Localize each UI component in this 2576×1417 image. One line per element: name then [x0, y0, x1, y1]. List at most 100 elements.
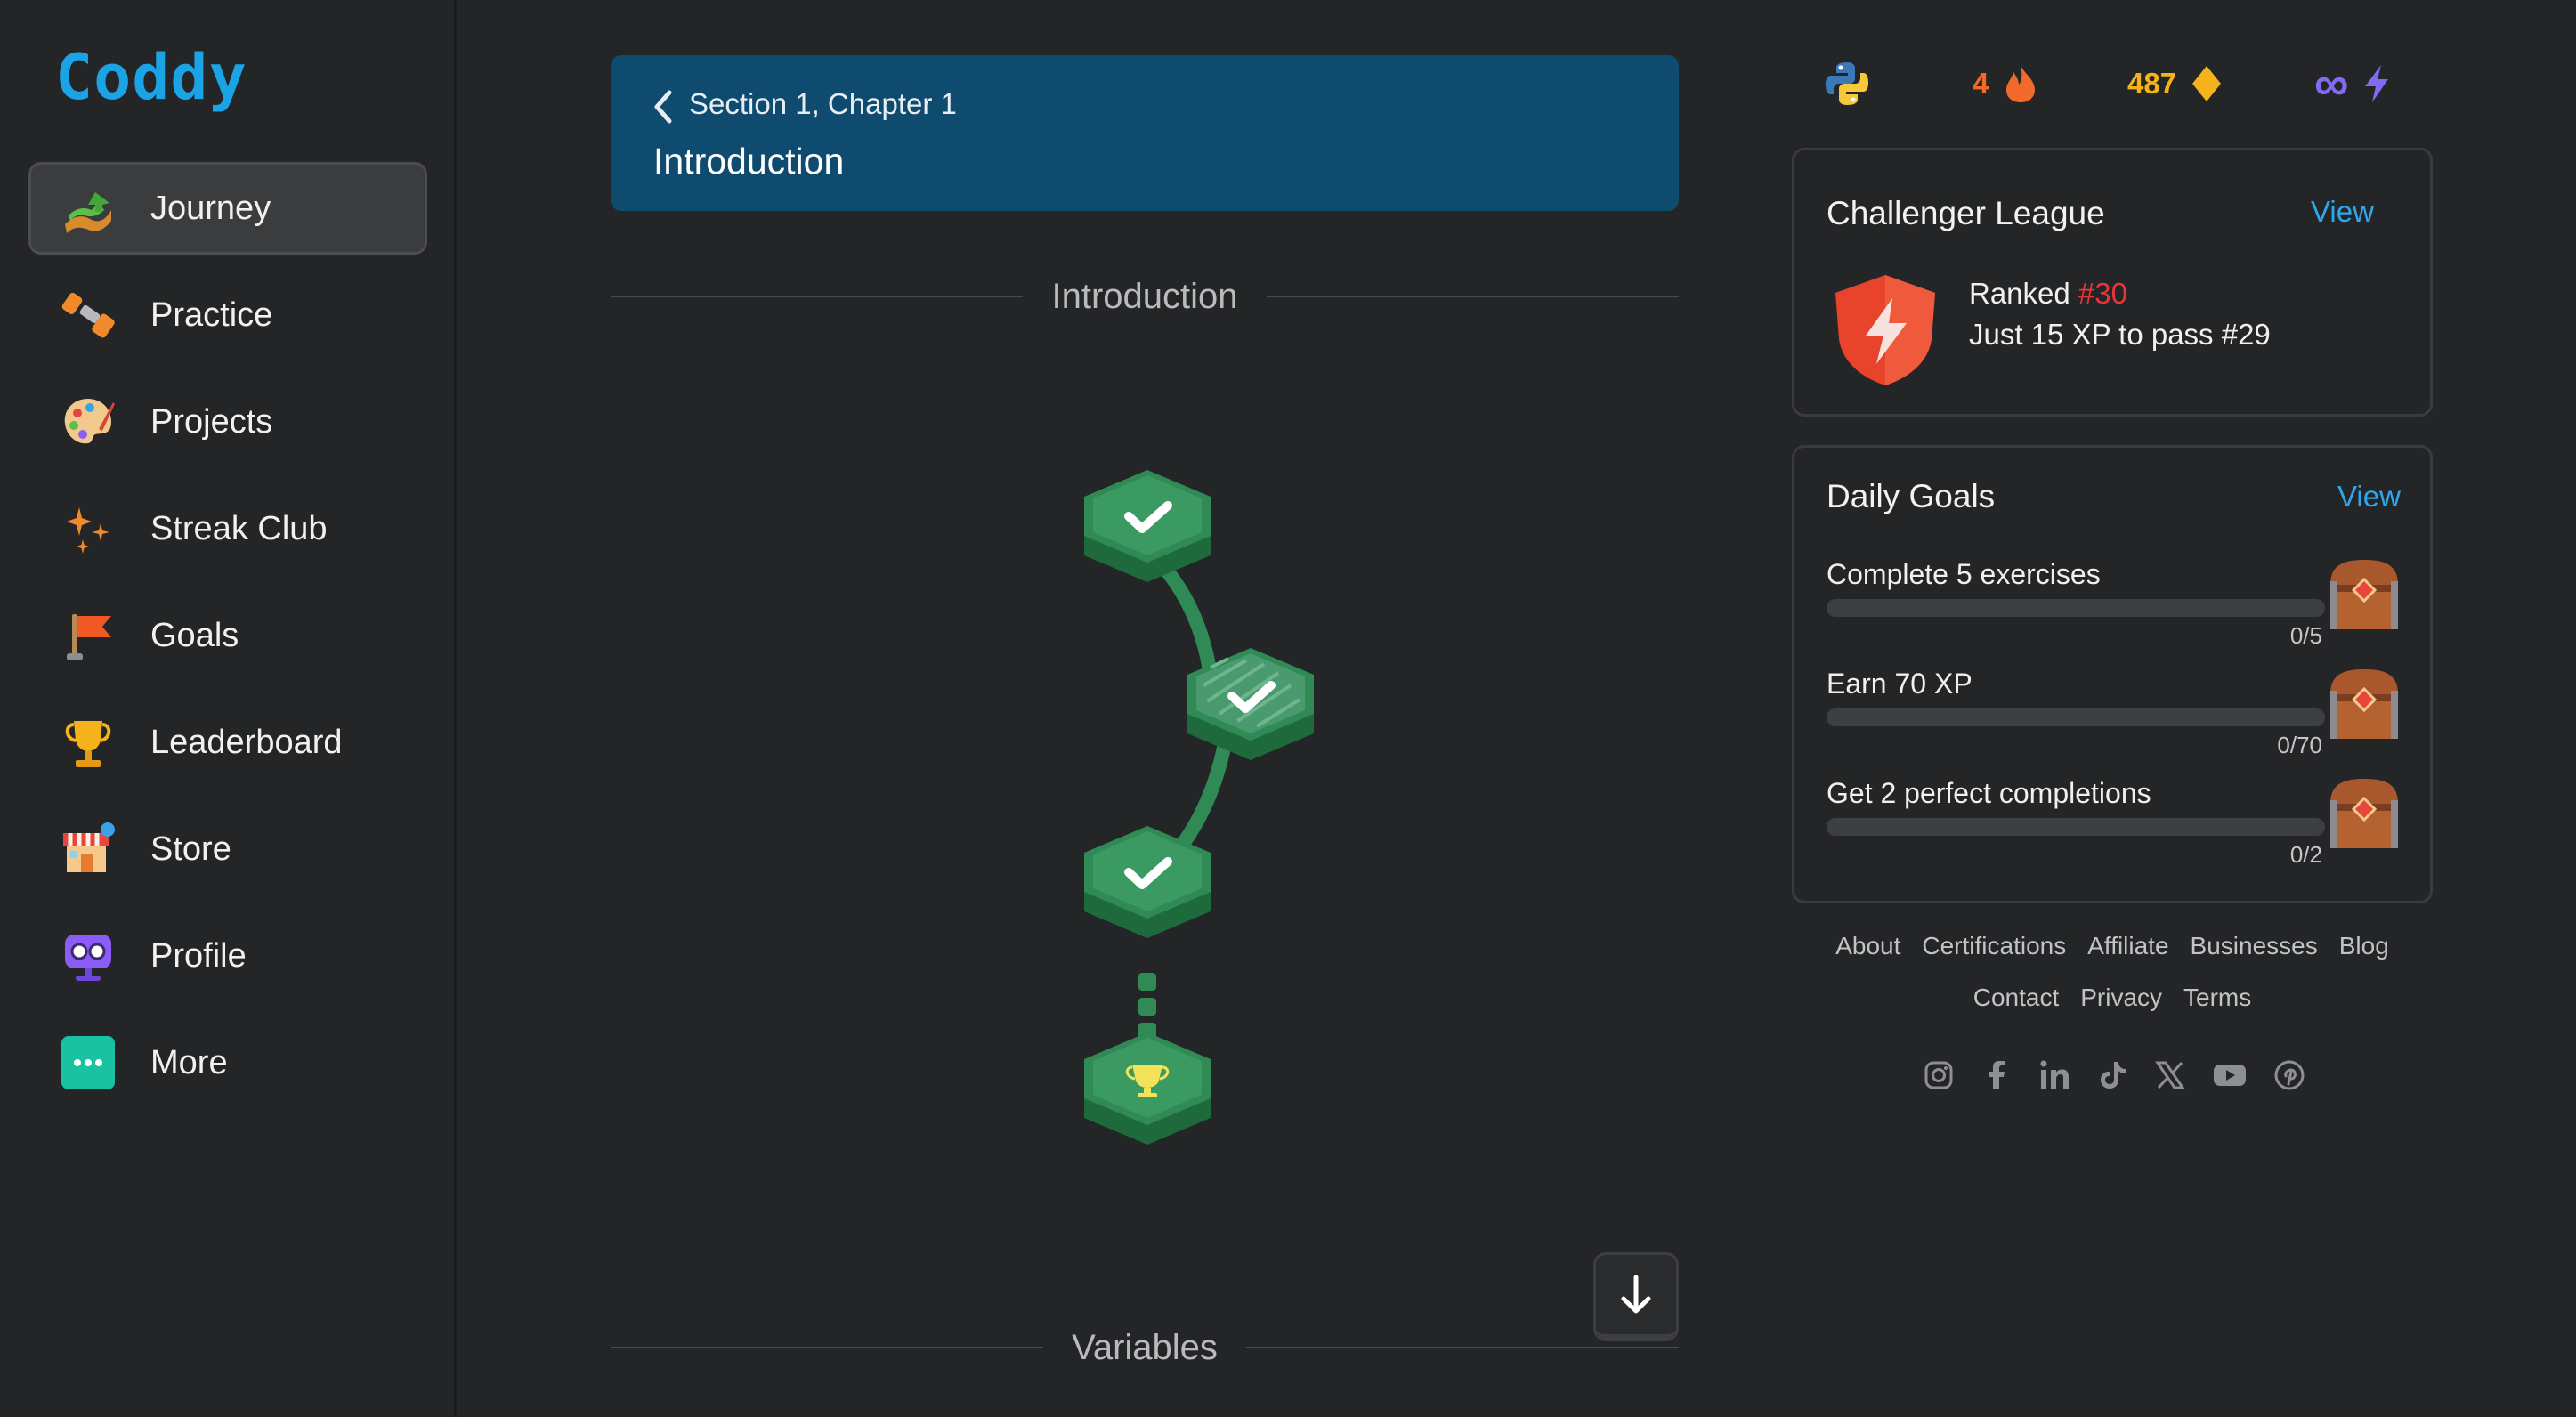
- daily-goals-card: Daily Goals View Complete 5 exercises 0/…: [1792, 445, 2433, 903]
- sidebar-item-streak-club[interactable]: Streak Club: [28, 482, 427, 575]
- sidebar-item-more[interactable]: More: [28, 1016, 427, 1109]
- treasure-chest-icon[interactable]: [2325, 773, 2403, 854]
- sparkles-icon: [67, 507, 109, 554]
- facebook-icon[interactable]: [1981, 1059, 2013, 1091]
- chevron-left-icon[interactable]: [650, 89, 676, 125]
- footer-link-businesses[interactable]: Businesses: [2191, 932, 2318, 960]
- journey-icon: [65, 192, 111, 233]
- arrow-down-icon: [1621, 1275, 1651, 1313]
- sidebar-item-store[interactable]: Store: [28, 803, 427, 895]
- sidebar-item-projects[interactable]: Projects: [28, 376, 427, 468]
- footer-links-row-2: Contact Privacy Terms: [1792, 984, 2433, 1012]
- gem-icon: [2192, 66, 2222, 101]
- chapter-title: Introduction: [653, 141, 845, 182]
- footer-link-about[interactable]: About: [1835, 932, 1900, 960]
- chapter-breadcrumb[interactable]: Section 1, Chapter 1: [689, 87, 957, 121]
- sidebar-item-label: Store: [150, 830, 231, 868]
- sidebar-item-label: More: [150, 1043, 228, 1081]
- social-links: [1923, 1057, 2305, 1093]
- sidebar-item-label: Practice: [150, 296, 273, 334]
- rank-number: #30: [2078, 277, 2127, 310]
- goal-label: Complete 5 exercises: [1827, 558, 2101, 590]
- goal-label: Earn 70 XP: [1827, 668, 1973, 700]
- goal-count: 0/2: [2289, 841, 2322, 868]
- sidebar-item-label: Goals: [150, 616, 239, 654]
- league-title: Challenger League: [1827, 195, 2105, 231]
- goal-item: Complete 5 exercises 0/5: [1827, 558, 2405, 656]
- ranked-label: Ranked: [1969, 277, 2070, 310]
- sidebar-item-label: Profile: [150, 936, 247, 975]
- energy-count: ∞: [2314, 57, 2349, 110]
- lesson-path: [1084, 470, 1314, 1145]
- footer-link-terms[interactable]: Terms: [2183, 984, 2251, 1012]
- store-icon: [63, 822, 115, 872]
- fire-icon: [2006, 65, 2036, 102]
- goal-progress-track: [1827, 599, 2325, 617]
- coddy-logo[interactable]: Coddy: [55, 41, 247, 114]
- section-divider-variables: Variables: [611, 1321, 1680, 1374]
- path-dot: [1138, 998, 1156, 1016]
- divider-line: [1245, 1347, 1680, 1348]
- divider-line: [611, 296, 1024, 297]
- rank-line: Ranked #30: [1969, 277, 2127, 311]
- lightning-icon: [2364, 65, 2388, 102]
- footer-link-privacy[interactable]: Privacy: [2080, 984, 2162, 1012]
- sidebar-nav: Journey Practice Projects Streak Club Go…: [28, 162, 427, 1123]
- path-connector: [1159, 563, 1218, 684]
- stats-bar: 4 487 ∞: [1823, 57, 2428, 110]
- treasure-chest-icon[interactable]: [2325, 555, 2403, 635]
- lesson-node-1[interactable]: [1084, 470, 1211, 582]
- gems-count: 487: [2127, 67, 2177, 100]
- daily-goals-title: Daily Goals: [1827, 478, 1996, 514]
- lesson-node-reward[interactable]: [1084, 1032, 1211, 1145]
- divider-line: [611, 1347, 1044, 1348]
- energy-stat[interactable]: ∞: [2314, 57, 2392, 110]
- x-icon[interactable]: [2154, 1059, 2186, 1091]
- daily-goals-view-link[interactable]: View: [2337, 480, 2401, 514]
- goal-progress-track: [1827, 708, 2325, 726]
- footer-link-blog[interactable]: Blog: [2339, 932, 2389, 960]
- sidebar-item-profile[interactable]: Profile: [28, 910, 427, 1002]
- footer-link-affiliate[interactable]: Affiliate: [2087, 932, 2168, 960]
- league-view-link[interactable]: View: [2311, 195, 2374, 229]
- sidebar-item-label: Streak Club: [150, 509, 328, 547]
- linkedin-icon[interactable]: [2038, 1059, 2070, 1091]
- rank-subtitle: Just 15 XP to pass #29: [1969, 318, 2271, 351]
- python-icon: [1826, 62, 1868, 105]
- sidebar: Coddy Journey Practice Projects Streak C…: [0, 0, 457, 1417]
- streak-count: 4: [1973, 67, 1989, 100]
- gems-stat[interactable]: 487: [2127, 57, 2223, 110]
- footer-link-certifications[interactable]: Certifications: [1922, 932, 2066, 960]
- goal-label: Get 2 perfect completions: [1827, 777, 2151, 809]
- path-dot: [1138, 973, 1156, 991]
- path-connector: [1168, 741, 1231, 862]
- footer-link-contact[interactable]: Contact: [1973, 984, 2060, 1012]
- language-selector[interactable]: [1823, 57, 1871, 110]
- goal-item: Get 2 perfect completions 0/2: [1827, 777, 2405, 875]
- sidebar-item-journey[interactable]: Journey: [28, 162, 427, 255]
- flag-icon: [67, 614, 111, 660]
- instagram-icon[interactable]: [1923, 1059, 1955, 1091]
- streak-stat[interactable]: 4: [1973, 57, 2038, 110]
- sidebar-item-leaderboard[interactable]: Leaderboard: [28, 696, 427, 789]
- divider-line: [1266, 296, 1679, 297]
- youtube-icon[interactable]: [2212, 1059, 2248, 1091]
- trophy-icon: [65, 721, 111, 767]
- sidebar-item-label: Leaderboard: [150, 723, 343, 761]
- goal-count: 0/5: [2289, 622, 2322, 649]
- dumbbell-icon: [61, 292, 115, 338]
- goal-progress-track: [1827, 818, 2325, 836]
- sidebar-item-label: Projects: [150, 402, 273, 441]
- robot-avatar-icon: [65, 935, 111, 981]
- tiktok-icon[interactable]: [2096, 1059, 2128, 1091]
- footer-links-row-1: About Certifications Affiliate Businesse…: [1792, 932, 2433, 960]
- goal-item: Earn 70 XP 0/70: [1827, 668, 2405, 765]
- league-card: Challenger League View Ranked #30 Just 1…: [1792, 148, 2433, 417]
- next-section-title: Variables: [1072, 1327, 1218, 1367]
- sidebar-item-practice[interactable]: Practice: [28, 269, 427, 361]
- league-shield-icon: [1835, 275, 1935, 385]
- sidebar-item-goals[interactable]: Goals: [28, 589, 427, 682]
- pinterest-icon[interactable]: [2273, 1059, 2305, 1091]
- palette-icon: [64, 399, 115, 444]
- treasure-chest-icon[interactable]: [2325, 664, 2403, 744]
